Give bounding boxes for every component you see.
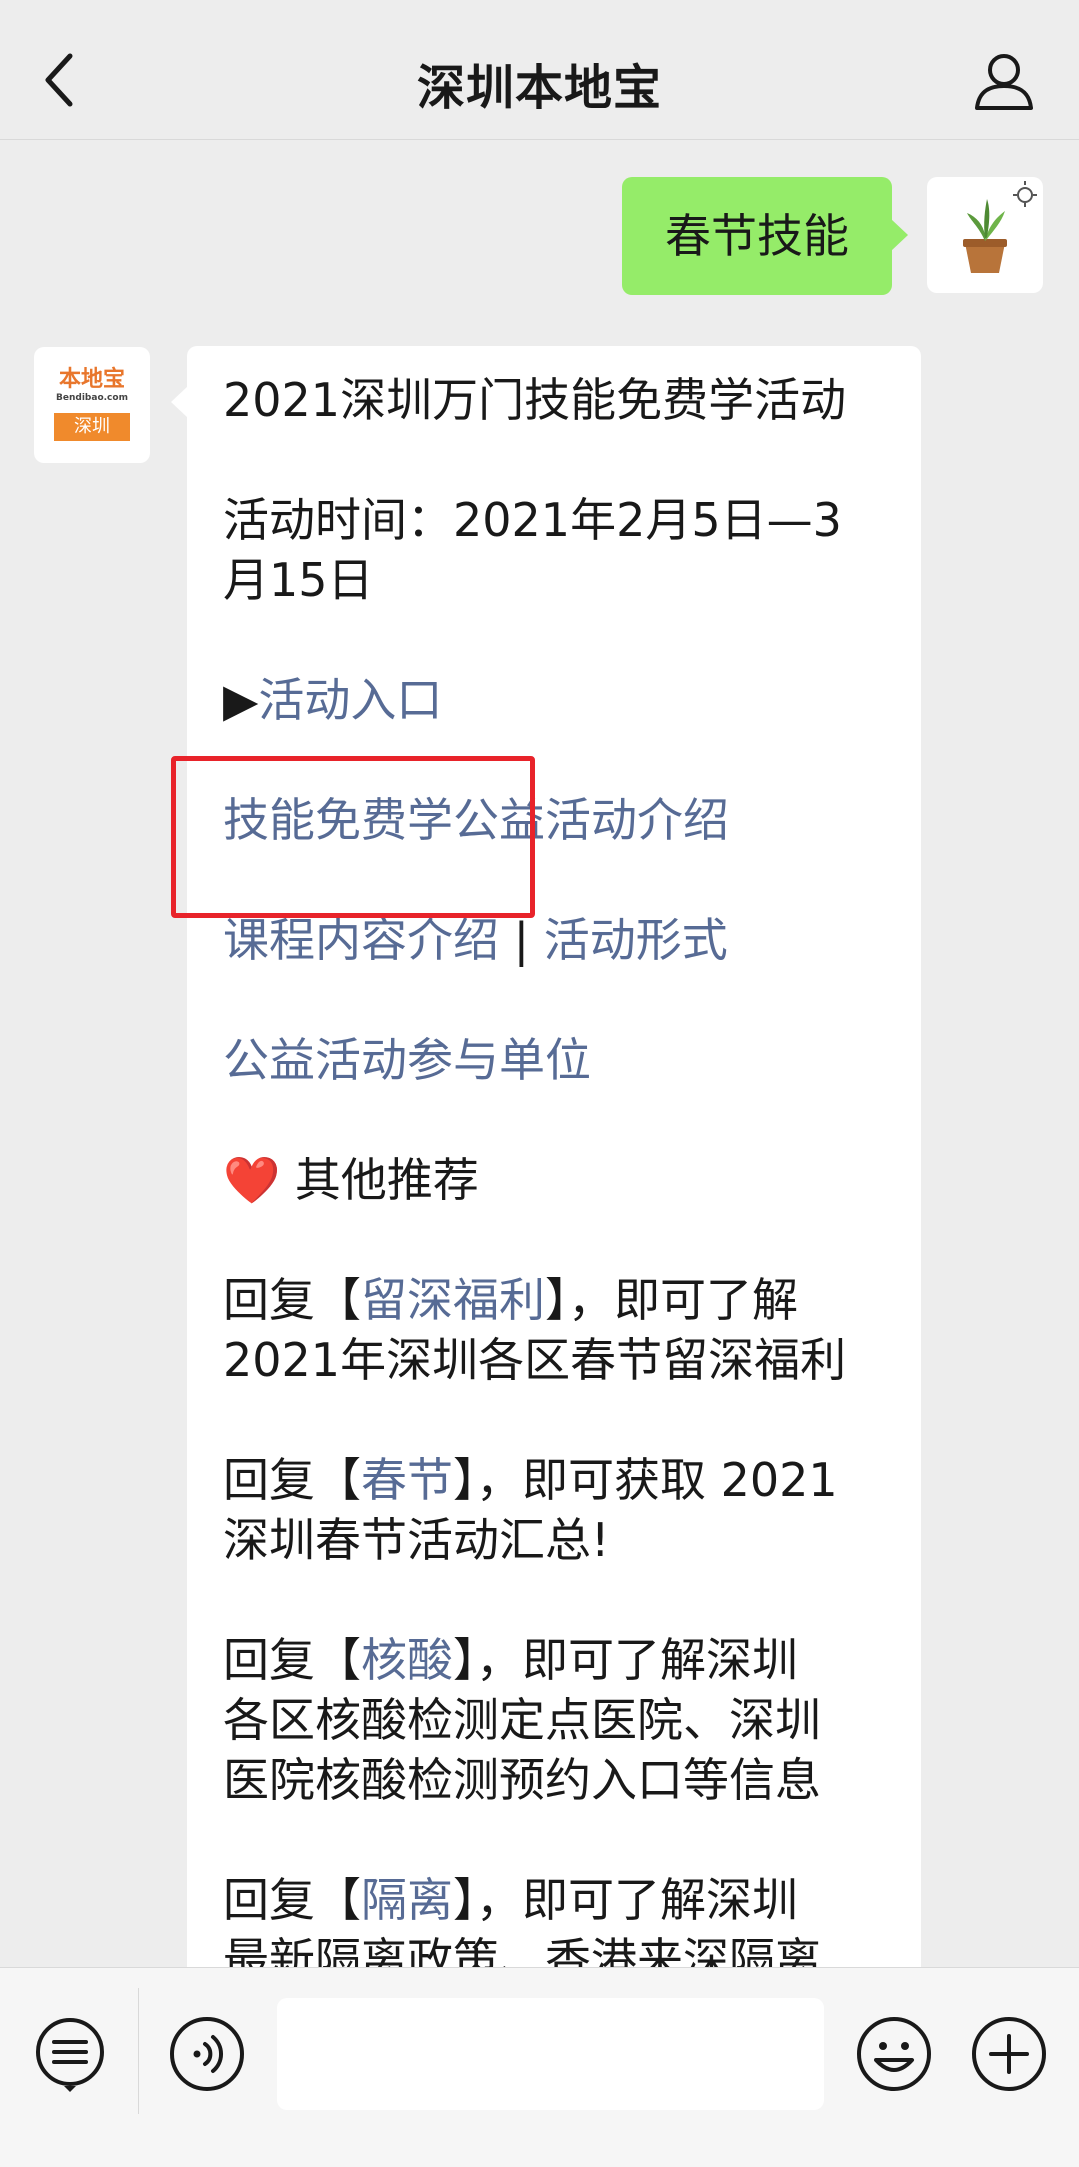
bot-avatar[interactable]: 本地宝 Bendibao.com 深圳 — [34, 347, 150, 463]
link-separator: | — [499, 913, 544, 967]
reply1-keyword[interactable]: 留深福利 — [361, 1273, 545, 1327]
reply1-line2: 2021年深圳各区春节留深福利 — [223, 1333, 847, 1387]
logo-url-text: Bendibao.com — [56, 393, 128, 403]
activity-time: 活动时间：2021年2月5日—3 — [223, 493, 842, 547]
activity-entry-row: ▶活动入口 — [223, 670, 885, 730]
activity-title: 2021深圳万门技能免费学活动 — [223, 373, 847, 427]
plus-icon[interactable] — [969, 2014, 1049, 2094]
reply4-row: 回复【隔离】，即可了解深圳 — [223, 1873, 798, 1927]
chat-area[interactable]: 春节技能 本地宝 Bendibao.com 深圳 2021深圳万门技能免费学活动… — [0, 141, 1079, 1967]
reply2-line2: 深圳春节活动汇总! — [223, 1513, 610, 1567]
course-link[interactable]: 课程内容介绍 — [223, 913, 499, 967]
logo-text: 本地宝 — [58, 366, 125, 392]
highlight-annotation-box — [171, 756, 535, 918]
divider — [138, 1988, 139, 2114]
voice-icon[interactable] — [167, 2014, 247, 2094]
course-row: 课程内容介绍 | 活动形式 — [223, 910, 885, 970]
my-message-text: 春节技能 — [665, 209, 849, 263]
format-link[interactable]: 活动形式 — [544, 913, 728, 967]
activity-entry-link[interactable]: 活动入口 — [258, 673, 442, 727]
plant-pot-icon — [963, 181, 1037, 273]
other-recommend-row: ❤️ 其他推荐 — [223, 1150, 885, 1210]
logo-city-badge: 深圳 — [54, 413, 130, 441]
reply2-keyword[interactable]: 春节 — [361, 1453, 453, 1507]
message-input[interactable] — [277, 1998, 824, 2110]
reply4-keyword[interactable]: 隔离 — [361, 1873, 453, 1927]
other-recommend-label: 其他推荐 — [280, 1153, 479, 1207]
units-row: 公益活动参与单位 — [223, 1030, 885, 1090]
reply3-keyword[interactable]: 核酸 — [361, 1633, 453, 1687]
user-profile-icon[interactable] — [973, 50, 1035, 112]
emoji-icon[interactable] — [854, 2014, 934, 2094]
my-avatar[interactable] — [927, 177, 1043, 293]
bubble-tail — [891, 219, 908, 251]
reply1-row: 回复【留深福利】，即可了解 — [223, 1273, 798, 1327]
reply2-row: 回复【春节】，即可获取 2021 — [223, 1453, 838, 1507]
heart-icon: ❤️ — [223, 1153, 281, 1207]
reply3-line3: 医院核酸检测预约入口等信息 — [223, 1753, 821, 1807]
units-link[interactable]: 公益活动参与单位 — [223, 1033, 591, 1087]
chat-title: 深圳本地宝 — [416, 60, 662, 116]
menu-list-icon[interactable] — [30, 2014, 110, 2094]
reply3-line2: 各区核酸检测定点医院、深圳 — [223, 1693, 821, 1747]
bot-message-bubble: 2021深圳万门技能免费学活动 活动时间：2021年2月5日—3 月15日 ▶活… — [171, 346, 921, 1967]
my-message-bubble[interactable]: 春节技能 — [622, 177, 908, 295]
nav-header: 深圳本地宝 — [0, 0, 1079, 140]
input-bar — [0, 1967, 1079, 2167]
reply4-line2: 最新隔离政策、香港来深隔离 — [223, 1933, 821, 1967]
bubble-tail — [171, 386, 188, 418]
reply3-row: 回复【核酸】，即可了解深圳 — [223, 1633, 798, 1687]
activity-time-cont: 月15日 — [223, 553, 374, 607]
play-arrow-icon: ▶ — [223, 673, 259, 727]
